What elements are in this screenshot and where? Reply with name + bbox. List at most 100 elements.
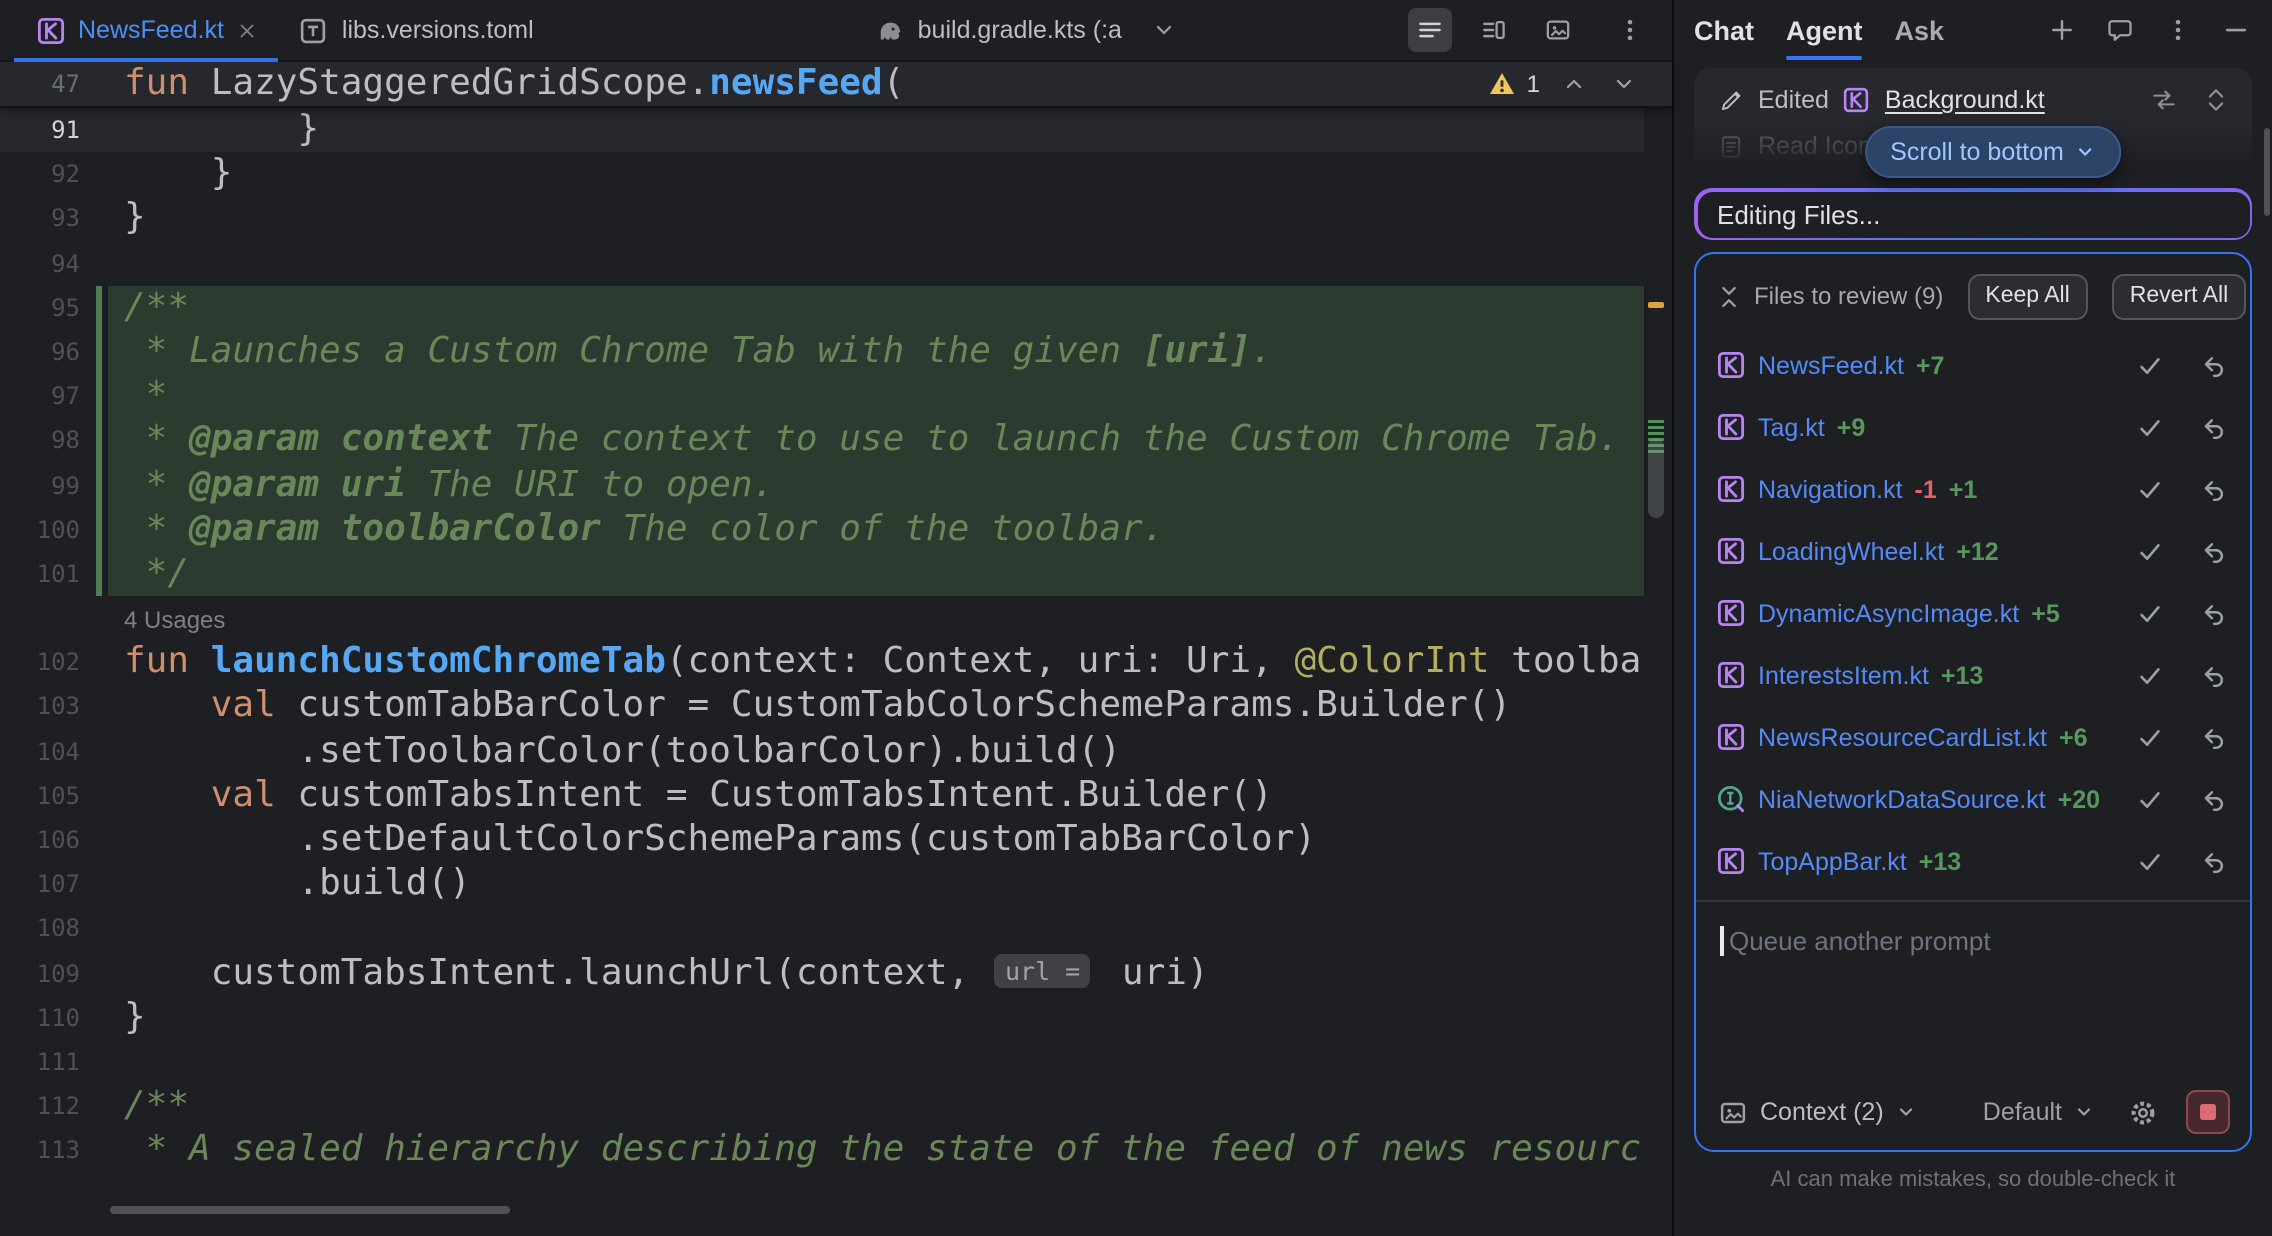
editor-error-stripe[interactable] — [1642, 104, 1670, 1236]
code-line[interactable]: 95/** — [0, 286, 1644, 330]
more-icon[interactable] — [1608, 8, 1652, 52]
revert-change-button[interactable] — [2196, 471, 2232, 507]
tab-libs-versions[interactable]: libs.versions.toml — [278, 0, 554, 60]
accept-change-button[interactable] — [2132, 533, 2168, 569]
code-line[interactable]: 92 } — [0, 152, 1644, 196]
plus-icon[interactable] — [2046, 14, 2078, 46]
accept-change-button[interactable] — [2132, 471, 2168, 507]
sticky-header-line[interactable]: 47 fun LazyStaggeredGridScope.newsFeed( … — [0, 62, 1672, 108]
accept-change-button[interactable] — [2132, 843, 2168, 879]
file-link[interactable]: Tag.kt — [1758, 413, 1825, 441]
code-line[interactable]: 100 * @param toolbarColor The color of t… — [0, 507, 1644, 551]
close-icon[interactable] — [236, 19, 258, 41]
edited-file-link[interactable]: Background.kt — [1885, 86, 2045, 114]
code-line[interactable]: 93} — [0, 197, 1644, 241]
tab-ask[interactable]: Ask — [1895, 0, 1945, 60]
tab-chat[interactable]: Chat — [1694, 0, 1754, 60]
revert-change-button[interactable] — [2196, 595, 2232, 631]
accept-change-button[interactable] — [2132, 719, 2168, 755]
code-line[interactable]: 98 * @param context The context to use t… — [0, 419, 1644, 463]
split-view-icon[interactable] — [1472, 8, 1516, 52]
horizontal-scrollbar[interactable] — [80, 1206, 1628, 1214]
file-row[interactable]: TopAppBar.kt+13 — [1714, 830, 2232, 892]
file-row[interactable]: NiaNetworkDataSource.kt+20 — [1714, 768, 2232, 830]
file-link[interactable]: TopAppBar.kt — [1758, 847, 1907, 875]
kebab-more-icon[interactable] — [2162, 14, 2194, 46]
tab-agent[interactable]: Agent — [1786, 0, 1863, 60]
accept-change-button[interactable] — [2132, 347, 2168, 383]
diff-icon[interactable] — [2148, 84, 2180, 116]
code-line[interactable]: 99 * @param uri The URI to open. — [0, 463, 1644, 507]
file-link[interactable]: NewsFeed.kt — [1758, 351, 1904, 379]
expand-icon[interactable] — [2200, 84, 2232, 116]
model-selector[interactable]: Default — [1983, 1098, 2062, 1126]
revert-change-button[interactable] — [2196, 719, 2232, 755]
file-link[interactable]: NiaNetworkDataSource.kt — [1758, 785, 2046, 813]
file-link[interactable]: DynamicAsyncImage.kt — [1758, 599, 2019, 627]
file-row[interactable]: Navigation.kt-1+1 — [1714, 458, 2232, 520]
prompt-input[interactable]: Queue another prompt — [1696, 902, 2250, 1074]
file-row[interactable]: NewsResourceCardList.kt+6 — [1714, 706, 2232, 768]
list-icon[interactable] — [1408, 8, 1452, 52]
tab-newsfeed[interactable]: NewsFeed.kt — [14, 0, 278, 60]
chevron-down-icon[interactable] — [1608, 68, 1640, 100]
context-selector[interactable]: Context (2) — [1760, 1098, 1884, 1126]
file-row[interactable]: DynamicAsyncImage.kt+5 — [1714, 582, 2232, 644]
revert-change-button[interactable] — [2196, 843, 2232, 879]
code-line[interactable]: 108 — [0, 907, 1644, 951]
minimize-icon[interactable] — [2220, 14, 2252, 46]
tab-list-chevron-icon[interactable] — [1142, 8, 1186, 52]
revert-change-button[interactable] — [2196, 409, 2232, 445]
file-row[interactable]: Tag.kt+9 — [1714, 396, 2232, 458]
file-link[interactable]: NewsResourceCardList.kt — [1758, 723, 2047, 751]
scroll-to-bottom-button[interactable]: Scroll to bottom — [1864, 126, 2122, 178]
accept-change-button[interactable] — [2132, 595, 2168, 631]
revert-change-button[interactable] — [2196, 657, 2232, 693]
revert-change-button[interactable] — [2196, 781, 2232, 817]
chevron-up-icon[interactable] — [1558, 68, 1590, 100]
tab-build-gradle[interactable]: build.gradle.kts (:a — [854, 0, 1142, 60]
image-icon[interactable] — [1536, 8, 1580, 52]
collapse-icon[interactable] — [1714, 282, 1742, 310]
code-line[interactable]: 104 .setToolbarColor(toolbarColor).build… — [0, 729, 1644, 773]
revert-all-button[interactable]: Revert All — [2112, 273, 2246, 319]
file-row[interactable]: InterestsItem.kt+13 — [1714, 644, 2232, 706]
chevron-down-icon[interactable] — [1896, 1096, 1916, 1128]
accept-change-button[interactable] — [2132, 409, 2168, 445]
code-line[interactable]: 96 * Launches a Custom Chrome Tab with t… — [0, 330, 1644, 374]
file-link[interactable]: InterestsItem.kt — [1758, 661, 1929, 689]
editor-scrollbar-thumb[interactable] — [1648, 438, 1664, 518]
code-line[interactable]: 107 .build() — [0, 862, 1644, 906]
horizontal-scrollbar-thumb[interactable] — [110, 1206, 510, 1214]
edited-file-row[interactable]: Edited Background.kt — [1694, 78, 2252, 122]
attach-image-icon[interactable] — [1716, 1096, 1748, 1128]
code-line[interactable]: 97 * — [0, 374, 1644, 418]
file-link[interactable]: LoadingWheel.kt — [1758, 537, 1944, 565]
code-line[interactable]: 105 val customTabsIntent = CustomTabsInt… — [0, 774, 1644, 818]
file-row[interactable]: LoadingWheel.kt+12 — [1714, 520, 2232, 582]
code-line[interactable]: 94 — [0, 241, 1644, 285]
code-line[interactable]: 109 customTabsIntent.launchUrl(context, … — [0, 951, 1644, 995]
code-line[interactable]: 113 * A sealed hierarchy describing the … — [0, 1129, 1644, 1173]
code-line[interactable]: 4 Usages — [0, 596, 1644, 640]
file-row[interactable]: NewsFeed.kt+7 — [1714, 334, 2232, 396]
code-line[interactable]: 101 */ — [0, 552, 1644, 596]
revert-change-button[interactable] — [2196, 533, 2232, 569]
code-line[interactable]: 112/** — [0, 1084, 1644, 1128]
comment-icon[interactable] — [2104, 14, 2136, 46]
code-line[interactable]: 106 .setDefaultColorSchemeParams(customT… — [0, 818, 1644, 862]
code-line[interactable]: 111 — [0, 1040, 1644, 1084]
gear-icon[interactable] — [2126, 1096, 2158, 1128]
chevron-down-icon[interactable] — [2074, 1096, 2094, 1128]
accept-change-button[interactable] — [2132, 657, 2168, 693]
file-link[interactable]: Navigation.kt — [1758, 475, 1903, 503]
revert-change-button[interactable] — [2196, 347, 2232, 383]
code-line[interactable]: 102fun launchCustomChromeTab(context: Co… — [0, 641, 1644, 685]
code-line[interactable]: 91 } — [0, 108, 1644, 152]
warning-icon[interactable] — [1487, 68, 1519, 100]
accept-change-button[interactable] — [2132, 781, 2168, 817]
code-line[interactable]: 110} — [0, 996, 1644, 1040]
chat-scrollbar-thumb[interactable] — [2264, 128, 2270, 216]
code-line[interactable]: 103 val customTabBarColor = CustomTabCol… — [0, 685, 1644, 729]
keep-all-button[interactable]: Keep All — [1967, 273, 2087, 319]
